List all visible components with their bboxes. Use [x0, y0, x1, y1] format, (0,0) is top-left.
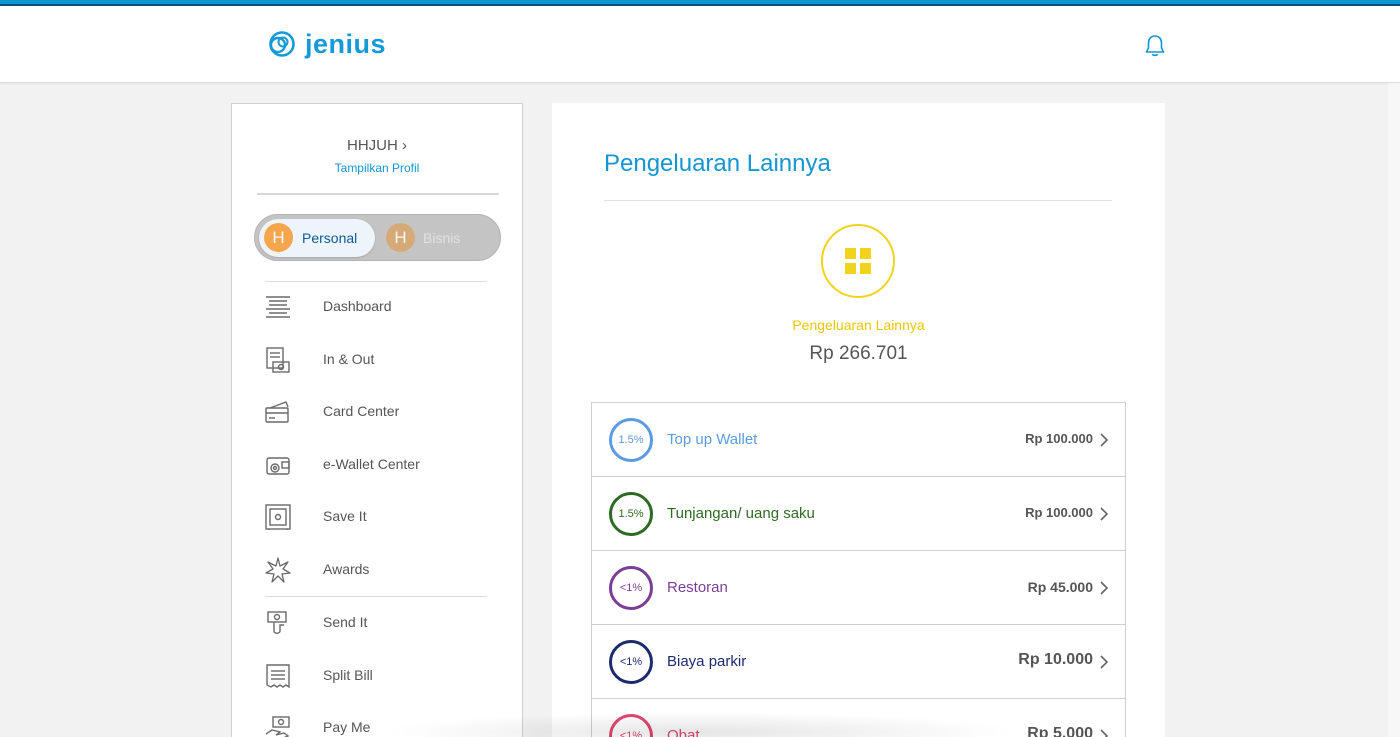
save-it-icon	[265, 504, 291, 530]
main-content: Pengeluaran Lainnya Pengeluaran Lainnya …	[552, 103, 1165, 737]
transaction-amount: Rp 5.000	[1027, 725, 1093, 737]
sidebar-item-save-it[interactable]: Save It	[232, 491, 522, 543]
category-label: Pengeluaran Lainnya	[792, 317, 925, 333]
sidebar: HHJUH › Tampilkan Profil H Personal H Bi…	[231, 103, 523, 737]
sidebar-item-label: Send It	[323, 614, 368, 630]
profile-divider	[257, 193, 499, 195]
category-amount: Rp 266.701	[809, 343, 908, 364]
chevron-right-icon	[1100, 433, 1109, 447]
avatar-personal: H	[264, 223, 293, 252]
sidebar-item-awards[interactable]: Awards	[232, 544, 522, 596]
sidebar-item-label: Pay Me	[323, 719, 371, 735]
sidebar-item-split-bill[interactable]: Split Bill	[232, 650, 522, 702]
transaction-name: Biaya parkir	[667, 653, 747, 670]
toggle-personal[interactable]: H Personal	[259, 219, 375, 257]
send-it-icon	[267, 611, 287, 634]
sidebar-item-label: Save It	[323, 508, 367, 524]
page-scrollbar[interactable]	[1388, 83, 1400, 737]
transaction-list: 1.5% Top up Wallet Rp 100.000 1.5% Tunja…	[591, 402, 1126, 737]
toggle-business-label[interactable]: Bisnis	[423, 230, 460, 246]
transaction-row[interactable]: 1.5% Tunjangan/ uang saku Rp 100.000	[592, 477, 1125, 551]
dashboard-icon	[266, 296, 290, 318]
app-header: jenius	[0, 6, 1400, 83]
sidebar-item-pay-me[interactable]: Pay Me	[232, 702, 522, 737]
sidebar-item-label: Dashboard	[323, 298, 392, 314]
transaction-row[interactable]: 1.5% Top up Wallet Rp 100.000	[592, 403, 1125, 477]
chevron-right-icon	[1100, 507, 1109, 521]
grid-icon	[845, 248, 871, 274]
jenius-logo-icon	[269, 31, 295, 57]
chevron-right-icon	[1100, 581, 1109, 595]
percent-badge: 1.5%	[609, 492, 653, 536]
transaction-amount: Rp 100.000	[1025, 431, 1093, 446]
transaction-name: Top up Wallet	[667, 431, 758, 448]
sidebar-item-label: In & Out	[323, 351, 375, 367]
transaction-amount: Rp 45.000	[1027, 579, 1093, 595]
transaction-amount: Rp 10.000	[1018, 651, 1093, 668]
category-badge	[821, 224, 895, 298]
avatar-business[interactable]: H	[386, 223, 415, 252]
page-title: Pengeluaran Lainnya	[604, 150, 831, 177]
logo-text: jenius	[305, 29, 387, 59]
bell-icon[interactable]	[1142, 33, 1168, 59]
transaction-name: Tunjangan/ uang saku	[667, 505, 815, 522]
show-profile-link[interactable]: Tampilkan Profil	[232, 161, 522, 175]
in-out-icon	[266, 347, 290, 373]
transaction-name: Restoran	[667, 579, 728, 596]
awards-icon	[265, 557, 291, 583]
card-center-icon	[265, 401, 289, 423]
chevron-right-icon	[1100, 655, 1109, 669]
percent-badge: <1%	[609, 566, 653, 610]
sidebar-item-ewallet-center[interactable]: e-Wallet Center	[232, 439, 522, 491]
transaction-row[interactable]: <1% Biaya parkir Rp 10.000	[592, 625, 1125, 699]
sidebar-item-label: Awards	[323, 561, 370, 577]
title-divider	[604, 200, 1112, 201]
transaction-name: Obat	[667, 727, 700, 737]
transaction-row[interactable]: <1% Obat Rp 5.000	[592, 699, 1125, 737]
account-type-toggle[interactable]: H Personal H Bisnis	[254, 214, 501, 261]
transaction-amount: Rp 100.000	[1025, 505, 1093, 520]
sidebar-item-card-center[interactable]: Card Center	[232, 386, 522, 438]
percent-badge: <1%	[609, 640, 653, 684]
sidebar-item-label: Card Center	[323, 403, 400, 419]
sidebar-item-send-it[interactable]: Send It	[232, 597, 522, 649]
toggle-personal-label: Personal	[302, 230, 358, 246]
pay-me-icon	[265, 716, 290, 737]
sidebar-item-in-out[interactable]: In & Out	[232, 334, 522, 386]
chevron-right-icon	[1100, 729, 1109, 737]
sidebar-item-label: Split Bill	[323, 667, 373, 683]
ewallet-icon	[266, 457, 290, 475]
percent-badge: <1%	[609, 714, 653, 737]
percent-badge: 1.5%	[609, 418, 653, 462]
sidebar-item-dashboard[interactable]: Dashboard	[232, 281, 522, 333]
transaction-row[interactable]: <1% Restoran Rp 45.000	[592, 551, 1125, 625]
jenius-logo[interactable]: jenius	[265, 29, 386, 59]
split-bill-icon	[266, 664, 290, 689]
profile-name[interactable]: HHJUH ›	[232, 137, 522, 154]
sidebar-item-label: e-Wallet Center	[323, 456, 420, 472]
